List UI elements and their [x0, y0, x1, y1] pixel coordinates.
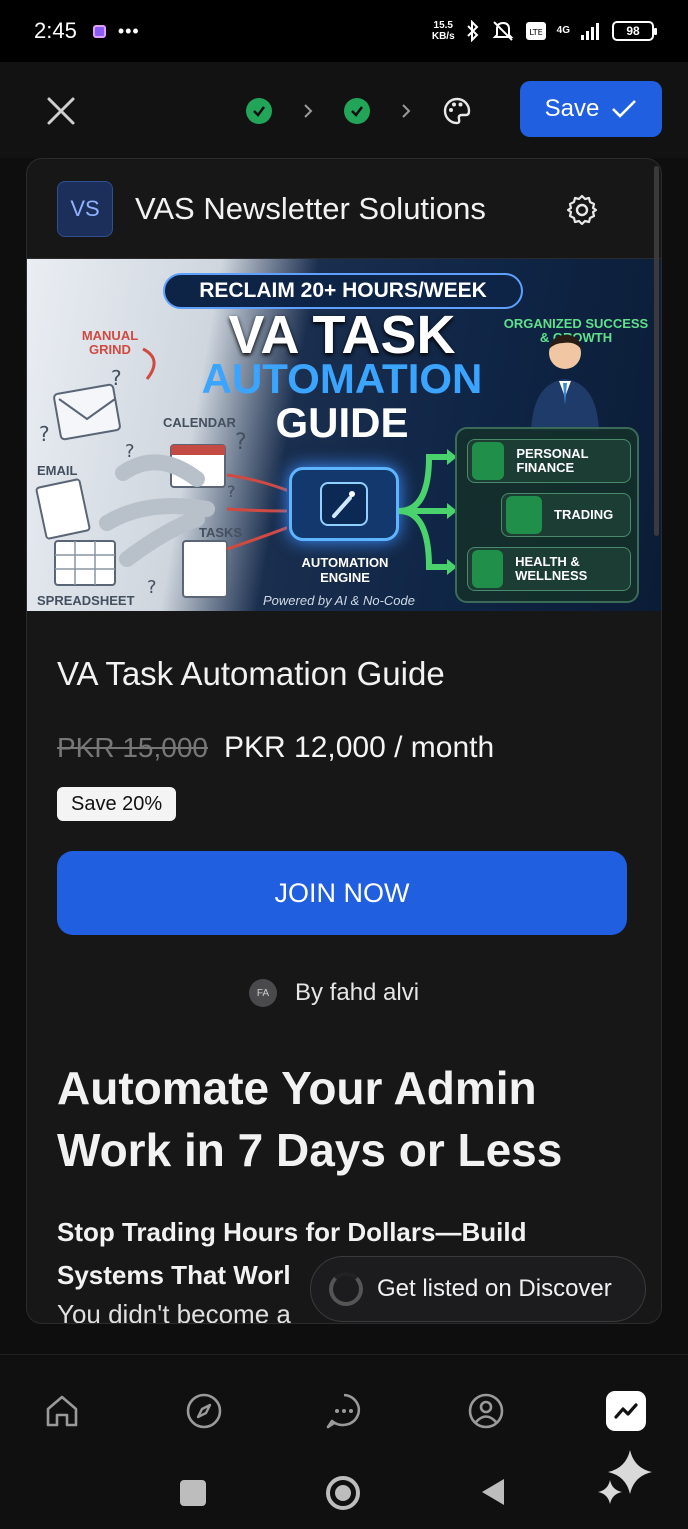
join-now-button[interactable]: JOIN NOW: [57, 851, 627, 935]
network-speed: 15.5 KB/s: [432, 20, 455, 42]
price-row: PKR 15,000 PKR 12,000 / month: [57, 731, 494, 765]
businessman-illustration: [531, 334, 599, 431]
description-headline: Automate Your Admin Work in 7 Days or Le…: [57, 1062, 563, 1176]
bar-chart-icon: [506, 496, 542, 534]
bottom-navigation: [0, 1354, 688, 1466]
more-notifications-icon: •••: [117, 20, 140, 41]
signal-icon: [581, 23, 599, 40]
powered-by-text: Powered by AI & No-Code: [263, 593, 415, 608]
progress-steps: [246, 96, 472, 126]
outcomes-panel: PERSONAL FINANCE TRADING HEALTH & WELLNE…: [455, 427, 639, 603]
mute-icon: [492, 21, 514, 41]
toast-text: Get listed on Discover: [377, 1275, 612, 1302]
product-preview-card: VS VAS Newsletter Solutions ? ? ? ? ? ? …: [26, 158, 662, 1324]
label-manual-grind: MANUAL GRIND: [81, 328, 139, 357]
outcome-personal-finance: PERSONAL FINANCE: [467, 439, 631, 483]
store-header: VS VAS Newsletter Solutions: [27, 159, 661, 259]
system-navigation-bar: [0, 1466, 688, 1529]
home-button-icon[interactable]: [324, 1474, 362, 1512]
editor-toolbar: Save: [0, 62, 688, 158]
outcome-trading: TRADING: [501, 493, 631, 537]
network-speed-value: 15.5: [433, 20, 453, 31]
flow-arrows: [399, 449, 457, 575]
sparkle-assistant-icon[interactable]: [596, 1446, 656, 1506]
settings-icon[interactable]: [565, 193, 599, 227]
discover-toast[interactable]: Get listed on Discover: [310, 1256, 646, 1322]
battery-level: 98: [626, 24, 640, 38]
save-button[interactable]: Save: [520, 81, 662, 137]
banner-title-line2: AUTOMATION: [201, 355, 483, 402]
outcome-health: HEALTH & WELLNESS: [467, 547, 631, 591]
battery-icon: 98: [612, 21, 657, 41]
svg-text:?: ?: [125, 441, 135, 462]
money-icon: [472, 442, 505, 480]
palette-icon[interactable]: [442, 96, 472, 126]
author-name: By fahd alvi: [295, 979, 420, 1006]
step-2-check-icon[interactable]: [344, 98, 370, 124]
svg-text:?: ?: [227, 482, 236, 501]
back-icon[interactable]: [478, 1476, 508, 1508]
chat-icon[interactable]: [324, 1391, 364, 1431]
svg-text:LTE: LTE: [529, 28, 542, 37]
volte-icon: LTE: [525, 22, 546, 40]
automation-engine-graphic: [289, 467, 399, 541]
svg-text:?: ?: [39, 422, 50, 446]
status-bar: 2:45 ••• 15.5 KB/s LTE 4G 98: [0, 0, 688, 62]
original-price: PKR 15,000: [57, 732, 208, 763]
svg-text:?: ?: [147, 577, 157, 598]
checkmark-icon: [612, 100, 637, 118]
author-byline: FA By fahd alvi: [249, 979, 419, 1007]
outcome-label: TRADING: [554, 507, 614, 522]
discount-badge: Save 20%: [57, 787, 177, 821]
save-button-label: Save: [544, 95, 600, 122]
product-banner-image: ? ? ? ? ? ? RECLAIM 20+ HOURS/WEEK VA TA…: [27, 259, 661, 611]
close-icon[interactable]: [44, 94, 78, 128]
store-name: VAS Newsletter Solutions: [135, 190, 486, 226]
network-speed-unit: KB/s: [431, 31, 455, 42]
banner-title-line1: VA TASK: [228, 305, 456, 365]
network-type: 4G: [556, 25, 570, 36]
step-1-check-icon[interactable]: [246, 98, 272, 124]
avatar: FA: [249, 979, 277, 1007]
bluetooth-icon: [466, 20, 479, 42]
product-title: VA Task Automation Guide: [57, 655, 445, 692]
label-calendar: CALENDAR: [163, 415, 236, 430]
scrollbar[interactable]: [654, 166, 659, 536]
chevron-right-icon: [304, 104, 313, 118]
magic-wand-icon: [320, 482, 368, 526]
label-tasks: TASKS: [199, 525, 243, 540]
current-price: PKR 12,000 / month: [224, 731, 495, 764]
outcome-label: PERSONAL FINANCE: [516, 446, 589, 475]
label-email: EMAIL: [37, 463, 78, 478]
store-logo: VS: [57, 180, 113, 237]
label-spreadsheet: SPREADSHEET: [37, 593, 135, 608]
engine-label: AUTOMATION ENGINE: [301, 555, 389, 585]
plant-icon: [472, 550, 504, 588]
home-icon[interactable]: [42, 1391, 82, 1431]
recents-icon[interactable]: [178, 1478, 208, 1508]
banner-pill: RECLAIM 20+ HOURS/WEEK: [163, 273, 523, 309]
profile-icon[interactable]: [466, 1391, 506, 1431]
outcome-label: HEALTH & WELLNESS: [515, 554, 588, 583]
chevron-right-icon: [402, 104, 411, 118]
app-notification-icon: [92, 24, 106, 38]
loading-spinner-icon: [329, 1272, 363, 1306]
status-time: 2:45: [34, 18, 77, 43]
compass-icon[interactable]: [184, 1391, 224, 1431]
analytics-icon[interactable]: [606, 1391, 646, 1431]
svg-text:?: ?: [111, 366, 122, 390]
